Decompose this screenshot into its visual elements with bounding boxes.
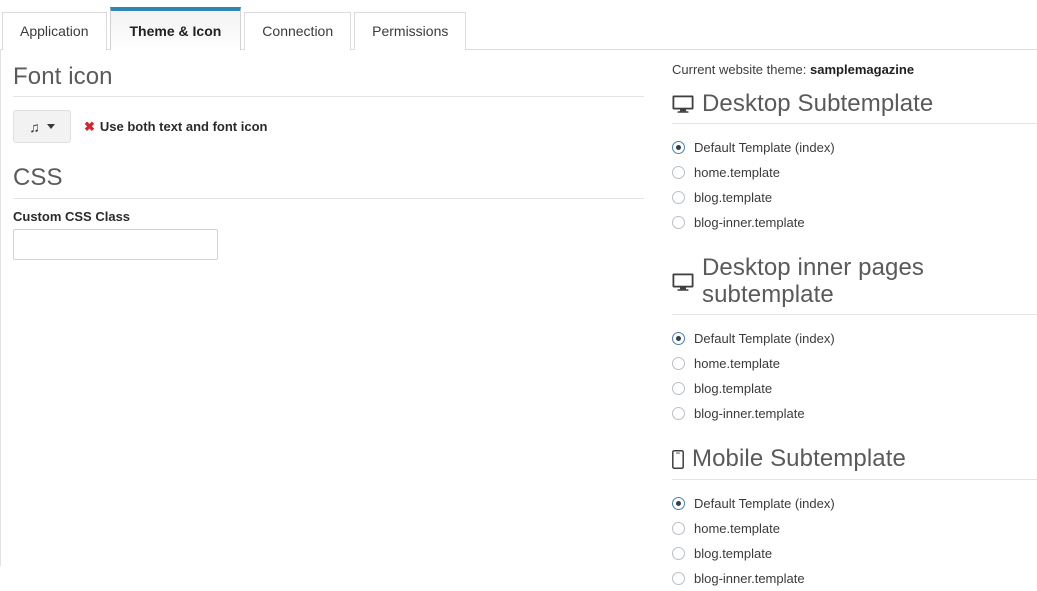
tab-connection[interactable]: Connection bbox=[244, 12, 352, 50]
radio-indicator[interactable] bbox=[672, 332, 685, 346]
mobile-subtemplate-heading: Mobile Subtemplate bbox=[672, 445, 1037, 480]
custom-css-class-input[interactable] bbox=[13, 228, 218, 260]
radio-option-home-template[interactable]: home.template bbox=[672, 351, 1037, 376]
right-panel: Current website theme: samplemagazine De… bbox=[660, 50, 1037, 591]
radio-option-blog-inner-template[interactable]: blog-inner.template bbox=[672, 210, 1037, 235]
desktop-inner-pages-subtemplate-section: Desktop inner pages subtemplate Default … bbox=[672, 255, 1037, 426]
radio-label: Default Template (index) bbox=[694, 140, 835, 156]
font-icon-heading: Font icon bbox=[13, 63, 644, 98]
radio-option-blog-template[interactable]: blog.template bbox=[672, 185, 1037, 210]
radio-option-home-template[interactable]: home.template bbox=[672, 516, 1037, 541]
desktop-subtemplate-title: Desktop Subtemplate bbox=[702, 90, 934, 117]
radio-indicator[interactable] bbox=[672, 382, 685, 396]
radio-label: blog.template bbox=[694, 190, 773, 206]
radio-indicator[interactable] bbox=[672, 571, 685, 585]
radio-label: blog-inner.template bbox=[694, 215, 805, 231]
font-icon-heading-text: Font icon bbox=[13, 63, 113, 90]
mobile-subtemplate-section: Mobile Subtemplate Default Template (ind… bbox=[672, 445, 1037, 591]
use-both-text-and-font-icon-toggle[interactable]: ✖ Use both text and font icon bbox=[84, 119, 267, 134]
radio-indicator[interactable] bbox=[672, 216, 685, 230]
tab-permissions[interactable]: Permissions bbox=[354, 12, 467, 50]
desktop-inner-pages-subtemplate-heading: Desktop inner pages subtemplate bbox=[672, 254, 1037, 316]
font-icon-row: ♫ ✖ Use both text and font icon bbox=[13, 110, 644, 144]
desktop-subtemplate-radio-group: Default Template (index) home.template b… bbox=[672, 135, 1037, 235]
radio-option-blog-template[interactable]: blog.template bbox=[672, 541, 1037, 566]
close-icon: ✖ bbox=[84, 119, 95, 135]
radio-option-blog-template[interactable]: blog.template bbox=[672, 376, 1037, 401]
desktop-monitor-icon bbox=[672, 95, 694, 113]
tab-theme-and-icon[interactable]: Theme & Icon bbox=[109, 7, 242, 51]
tab-label: Theme & Icon bbox=[129, 23, 222, 39]
chevron-down-icon bbox=[46, 124, 55, 130]
current-theme-name: samplemagazine bbox=[810, 62, 915, 77]
mobile-phone-icon bbox=[672, 449, 684, 469]
radio-label: Default Template (index) bbox=[694, 495, 835, 511]
radio-indicator[interactable] bbox=[672, 357, 685, 371]
mobile-subtemplate-title: Mobile Subtemplate bbox=[692, 445, 906, 473]
content-area: Font icon ♫ ✖ Use both text and font ico… bbox=[0, 50, 1037, 591]
use-both-label: Use both text and font icon bbox=[99, 119, 268, 135]
radio-option-default-template[interactable]: Default Template (index) bbox=[672, 326, 1037, 351]
desktop-subtemplate-heading: Desktop Subtemplate bbox=[672, 90, 1037, 125]
tab-application[interactable]: Application bbox=[2, 12, 107, 50]
radio-option-home-template[interactable]: home.template bbox=[672, 160, 1037, 185]
tab-label: Application bbox=[20, 23, 89, 39]
radio-indicator[interactable] bbox=[672, 496, 685, 510]
radio-indicator[interactable] bbox=[672, 141, 685, 155]
music-note-icon: ♫ bbox=[29, 118, 40, 135]
custom-css-class-label: Custom CSS Class bbox=[13, 208, 131, 224]
desktop-monitor-icon bbox=[672, 273, 694, 291]
css-heading-text: CSS bbox=[13, 164, 63, 192]
radio-label: Default Template (index) bbox=[694, 331, 835, 347]
left-panel: Font icon ♫ ✖ Use both text and font ico… bbox=[0, 50, 660, 566]
desktop-inner-pages-subtemplate-title: Desktop inner pages subtemplate bbox=[702, 254, 925, 308]
radio-indicator[interactable] bbox=[672, 166, 685, 180]
radio-label: blog-inner.template bbox=[694, 406, 805, 422]
font-icon-picker-button[interactable]: ♫ bbox=[13, 110, 71, 144]
radio-label: home.template bbox=[694, 520, 780, 536]
radio-indicator[interactable] bbox=[672, 191, 685, 205]
tab-label: Permissions bbox=[372, 23, 449, 39]
radio-indicator[interactable] bbox=[672, 521, 685, 535]
current-website-theme: Current website theme: samplemagazine bbox=[672, 62, 1037, 77]
radio-option-default-template[interactable]: Default Template (index) bbox=[672, 491, 1037, 516]
radio-option-blog-inner-template[interactable]: blog-inner.template bbox=[672, 401, 1037, 426]
tab-bar: Application Theme & Icon Connection Perm… bbox=[0, 0, 1037, 51]
radio-indicator[interactable] bbox=[672, 407, 685, 421]
desktop-inner-pages-radio-group: Default Template (index) home.template b… bbox=[672, 326, 1037, 426]
radio-label: blog.template bbox=[694, 545, 773, 561]
radio-label: blog.template bbox=[694, 381, 773, 397]
current-theme-prefix: Current website theme: bbox=[672, 62, 807, 77]
desktop-subtemplate-section: Desktop Subtemplate Default Template (in… bbox=[672, 90, 1037, 235]
radio-label: blog-inner.template bbox=[694, 570, 805, 586]
radio-indicator[interactable] bbox=[672, 546, 685, 560]
radio-label: home.template bbox=[694, 165, 780, 181]
radio-label: home.template bbox=[694, 356, 780, 372]
radio-option-blog-inner-template[interactable]: blog-inner.template bbox=[672, 566, 1037, 591]
mobile-subtemplate-radio-group: Default Template (index) home.template b… bbox=[672, 491, 1037, 591]
tab-label: Connection bbox=[262, 23, 334, 39]
radio-option-default-template[interactable]: Default Template (index) bbox=[672, 135, 1037, 160]
css-heading: CSS bbox=[13, 164, 644, 199]
